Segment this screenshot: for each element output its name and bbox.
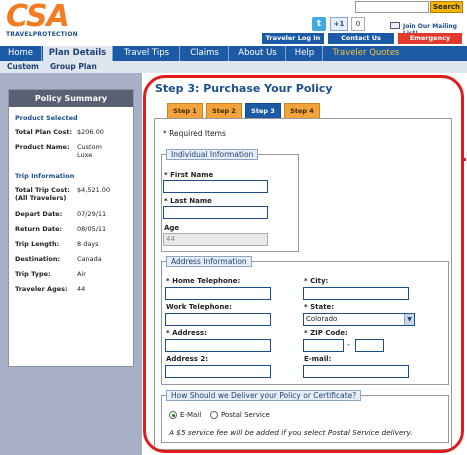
zip-label: * ZIP Code: — [304, 329, 348, 337]
email-delivery-label[interactable]: E-Mail — [180, 411, 201, 419]
home-telephone-input[interactable] — [165, 287, 271, 300]
last-name-label: * Last Name — [164, 197, 212, 205]
zip-input[interactable] — [303, 339, 344, 352]
emergency-button[interactable]: Emergency — [398, 33, 462, 44]
csa-logo[interactable]: CSA TRAVELPROTECTION — [6, 0, 78, 39]
traveler-login-button[interactable]: Traveler Log In — [262, 33, 324, 44]
age-label: Age — [164, 224, 180, 232]
tab-step-4[interactable]: Step 4 — [284, 103, 320, 118]
email-input[interactable] — [303, 365, 409, 378]
page-title: Step 3: Purchase Your Policy — [155, 82, 333, 95]
work-telephone-input[interactable] — [165, 313, 271, 326]
site-header: CSA TRAVELPROTECTION Search t +1 0 Join … — [0, 0, 467, 44]
address-label: * Address: — [166, 329, 207, 337]
email-label: E-mail: — [304, 355, 332, 363]
sub-nav: Custom Group Plan — [0, 61, 467, 73]
twitter-icon[interactable]: t — [312, 17, 326, 31]
address2-label: Address 2: — [166, 355, 209, 363]
state-select[interactable]: Colorado ▼ — [303, 313, 415, 326]
logo-tagline: TRAVELPROTECTION — [6, 31, 78, 38]
nav-traveler-quotes[interactable]: Traveler Quotes — [324, 46, 408, 61]
highlight-mark — [463, 158, 466, 161]
trip-information-heading: Trip Information — [15, 172, 75, 180]
email-delivery-radio[interactable] — [169, 411, 177, 419]
gplus-button[interactable]: +1 — [330, 17, 348, 31]
nav-plan-details[interactable]: Plan Details — [43, 46, 113, 61]
required-note: * Required Items — [163, 129, 226, 138]
address-info-legend: Address Information — [166, 256, 252, 267]
search-button[interactable]: Search — [430, 1, 463, 13]
chevron-down-icon[interactable]: ▼ — [404, 314, 414, 325]
tab-step-1[interactable]: Step 1 — [167, 103, 203, 118]
individual-info-legend: Individual Information — [166, 149, 259, 160]
mail-icon[interactable] — [390, 22, 400, 29]
zip-dash: - — [347, 340, 350, 349]
tab-step-2[interactable]: Step 2 — [206, 103, 242, 118]
home-telephone-label: * Home Telephone: — [166, 277, 241, 285]
state-label: * State: — [304, 303, 335, 311]
contact-us-button[interactable]: Contact Us — [328, 33, 394, 44]
sidebar: Policy Summary Product Selected Total Pl… — [0, 73, 142, 455]
postal-delivery-radio[interactable] — [210, 411, 218, 419]
last-name-input[interactable] — [163, 206, 268, 219]
nav-help[interactable]: Help — [287, 46, 323, 61]
subnav-group-plan[interactable]: Group Plan — [50, 61, 97, 73]
search-input[interactable] — [355, 1, 429, 13]
work-telephone-label: Work Telephone: — [166, 303, 232, 311]
city-input[interactable] — [303, 287, 409, 300]
nav-travel-tips[interactable]: Travel Tips — [114, 46, 180, 61]
delivery-legend: How Should we Deliver your Policy or Cer… — [166, 390, 362, 401]
nav-claims[interactable]: Claims — [181, 46, 229, 61]
service-fee-note: A $5 service fee will be added if you se… — [169, 428, 413, 437]
zip-plus4-input[interactable] — [355, 339, 384, 352]
policy-summary: Policy Summary Product Selected Total Pl… — [8, 89, 134, 367]
product-selected-heading: Product Selected — [15, 114, 78, 122]
first-name-label: * First Name — [164, 171, 214, 179]
state-select-value: Colorado — [306, 315, 338, 323]
age-input[interactable]: 44 — [163, 233, 268, 246]
social-count: 0 — [351, 17, 365, 31]
nav-home[interactable]: Home — [0, 46, 42, 61]
main-nav: Home Plan Details Travel Tips Claims Abo… — [0, 46, 467, 61]
postal-delivery-label[interactable]: Postal Service — [221, 411, 270, 419]
subnav-custom[interactable]: Custom — [7, 61, 39, 73]
tab-step-3[interactable]: Step 3 — [245, 103, 281, 118]
nav-about-us[interactable]: About Us — [230, 46, 286, 61]
first-name-input[interactable] — [163, 180, 268, 193]
address2-input[interactable] — [165, 365, 271, 378]
city-label: * City: — [304, 277, 329, 285]
logo-text: CSA — [6, 0, 70, 34]
policy-summary-title: Policy Summary — [9, 90, 133, 107]
address-input[interactable] — [165, 339, 271, 352]
